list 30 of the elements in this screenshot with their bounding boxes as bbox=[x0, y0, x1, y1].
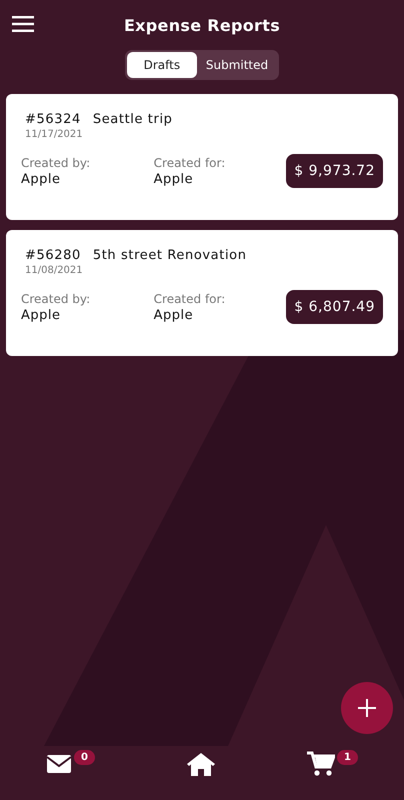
mail-icon[interactable] bbox=[46, 754, 72, 774]
report-card[interactable]: #56324 Seattle trip 11/17/2021 Created by: Apple Created for: Apple $ 9,973.72 bbox=[6, 94, 398, 220]
count-badge: 1 bbox=[337, 750, 358, 764]
report-card[interactable]: #56280 5th street Renovation 11/08/2021 Created by: Apple Created for: Apple $ 6,807.49 bbox=[6, 230, 398, 356]
field-label: Created by: bbox=[21, 156, 92, 170]
report-name: Seattle trip bbox=[92, 112, 173, 127]
report-date: 11/08/2021 bbox=[24, 265, 84, 276]
tab[interactable]: Drafts bbox=[126, 52, 197, 78]
field-value: Apple bbox=[154, 308, 194, 322]
page-title: Expense Reports bbox=[124, 16, 280, 34]
menu-button[interactable] bbox=[12, 16, 34, 32]
field-value: Apple bbox=[21, 308, 62, 322]
field-label: Created by: bbox=[21, 292, 92, 306]
amount-badge: $ 6,807.49 bbox=[286, 290, 383, 324]
amount-badge: $ 9,973.72 bbox=[286, 154, 383, 188]
field-label: Created for: bbox=[154, 292, 226, 306]
report-name: 5th street Renovation bbox=[92, 248, 247, 263]
add-button[interactable] bbox=[341, 682, 393, 734]
count-badge: 0 bbox=[74, 750, 95, 764]
field-value: Apple bbox=[21, 172, 62, 186]
report-number: #56324 bbox=[25, 112, 81, 127]
tab[interactable]: Submitted bbox=[196, 52, 278, 78]
plus-icon bbox=[358, 699, 376, 717]
report-number: #56280 bbox=[25, 248, 81, 263]
report-date: 11/17/2021 bbox=[24, 129, 84, 140]
menu-icon bbox=[12, 16, 34, 32]
home-icon[interactable] bbox=[186, 752, 215, 776]
field-label: Created for: bbox=[154, 156, 226, 170]
cart-icon[interactable] bbox=[307, 751, 335, 777]
field-value: Apple bbox=[154, 172, 194, 186]
